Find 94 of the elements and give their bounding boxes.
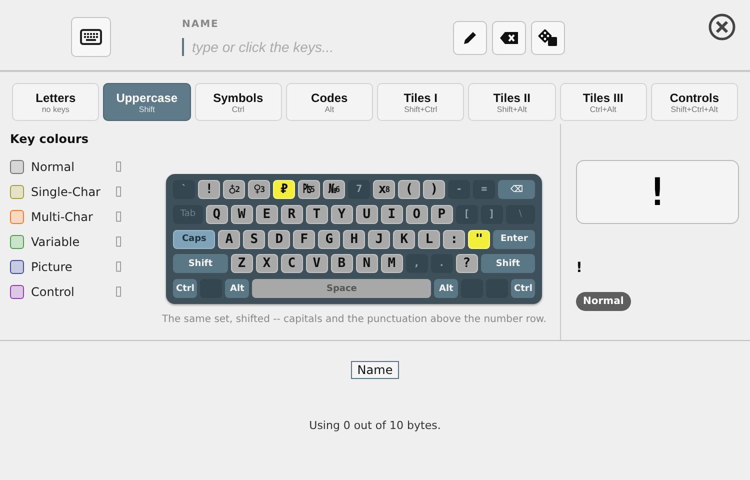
key[interactable]: ] xyxy=(480,204,503,224)
name-label: NAME xyxy=(182,18,220,30)
key[interactable]: Z xyxy=(230,254,253,274)
key[interactable]: N xyxy=(356,254,378,274)
key[interactable]: ⌫ xyxy=(498,180,536,199)
tab[interactable]: Letters no keys xyxy=(12,83,100,121)
key[interactable]: R xyxy=(280,204,303,224)
keyboard-icon xyxy=(80,29,102,45)
key[interactable]: Enter xyxy=(493,230,536,248)
sample-glyph: ▯ xyxy=(115,159,122,174)
key[interactable]: Shift xyxy=(173,254,228,274)
key[interactable]: ) xyxy=(423,180,446,199)
tab[interactable]: Controls Shift+Ctrl+Alt xyxy=(650,83,738,121)
legend-label: Variable xyxy=(31,234,81,248)
key[interactable]: ♁$^{2}$ xyxy=(223,180,246,199)
key[interactable]: - xyxy=(448,180,470,199)
key[interactable]: T xyxy=(306,204,328,224)
key[interactable]: P xyxy=(430,204,453,224)
key[interactable]: W xyxy=(230,204,253,224)
key[interactable]: L xyxy=(418,230,440,248)
backspace-icon xyxy=(499,31,519,45)
sample-glyph: ▯ xyxy=(115,184,122,199)
key[interactable]: Y xyxy=(330,204,353,224)
edit-button[interactable] xyxy=(453,21,487,55)
category-badge: Normal xyxy=(576,292,631,311)
key[interactable]: B xyxy=(330,254,353,274)
legend-label: Picture xyxy=(31,260,74,274)
dice-button[interactable] xyxy=(531,21,565,55)
legend-title: Key colours xyxy=(10,132,90,146)
legend-label: Multi-Char xyxy=(31,210,94,224)
key[interactable]: I xyxy=(380,204,403,224)
name-tag: Name xyxy=(351,361,399,379)
keyboard-button[interactable] xyxy=(71,17,111,57)
key[interactable]: Alt xyxy=(434,279,458,298)
sample-glyph: ▯ xyxy=(115,234,122,249)
key[interactable]: = xyxy=(473,180,496,199)
close-icon xyxy=(708,13,736,41)
key[interactable]: M xyxy=(380,254,403,274)
key[interactable]: . xyxy=(430,254,453,274)
key[interactable]: Alt xyxy=(225,279,250,298)
key[interactable]: Ctrl xyxy=(173,279,198,298)
key[interactable]: ♀$^{3}$ xyxy=(248,180,270,199)
glyph-preview: ! xyxy=(576,160,739,224)
key[interactable]: №$^{6}$ xyxy=(323,180,346,199)
tab[interactable]: Symbols Ctrl xyxy=(194,83,282,121)
key[interactable]: ₧$^{5}$ xyxy=(298,180,320,199)
legend-label: Single-Char xyxy=(31,184,102,198)
sample-glyph: ▯ xyxy=(115,259,122,274)
key[interactable]: 7 xyxy=(348,180,370,199)
key[interactable]: Ctrl xyxy=(511,279,536,298)
key[interactable]: ` xyxy=(173,180,196,199)
key[interactable]: " xyxy=(468,230,490,248)
key[interactable]: J xyxy=(368,230,390,248)
sample-glyph: ▯ xyxy=(115,284,122,299)
name-field[interactable]: type or click the keys... xyxy=(182,38,452,56)
key[interactable]: , xyxy=(406,254,428,274)
key[interactable]: D xyxy=(268,230,290,248)
key[interactable]: Q xyxy=(206,204,228,224)
key[interactable]: X xyxy=(256,254,278,274)
legend-label: Control xyxy=(31,284,76,298)
key[interactable]: E xyxy=(256,204,278,224)
key[interactable]: Shift xyxy=(480,254,536,274)
key[interactable]: S xyxy=(243,230,266,248)
key[interactable]: C xyxy=(280,254,303,274)
key[interactable]: x$^{8}$ xyxy=(373,180,396,199)
key[interactable]: O xyxy=(406,204,428,224)
caption: The same set, shifted -- capitals and the punctuation above the number row. xyxy=(162,314,546,325)
key[interactable]: U xyxy=(356,204,378,224)
sample-glyph: ▯ xyxy=(115,209,122,224)
key[interactable]: F xyxy=(293,230,316,248)
tab[interactable]: Tiles I Shift+Ctrl xyxy=(377,83,464,121)
character-label: ! xyxy=(576,260,582,276)
tab[interactable]: Uppercase Shift xyxy=(103,83,190,121)
key[interactable]: ! xyxy=(198,180,220,199)
tab[interactable]: Codes Alt xyxy=(286,83,373,121)
key[interactable]: V xyxy=(306,254,328,274)
key[interactable]: K xyxy=(393,230,416,248)
backspace-button[interactable] xyxy=(492,21,526,55)
key[interactable]: [ xyxy=(456,204,478,224)
key[interactable]: G xyxy=(318,230,340,248)
key[interactable]: ₽ xyxy=(273,180,296,199)
close-button[interactable] xyxy=(708,13,736,41)
key[interactable]: Caps xyxy=(173,230,216,248)
dice-icon xyxy=(538,29,558,47)
legend-label: Normal xyxy=(31,160,76,174)
key[interactable]: A xyxy=(218,230,240,248)
key[interactable]: ( xyxy=(398,180,420,199)
key[interactable]: H xyxy=(343,230,366,248)
tab[interactable]: Tiles II Shift+Alt xyxy=(468,83,556,121)
usage-text: Using 0 out of 10 bytes. xyxy=(309,419,441,432)
tab[interactable]: Tiles III Ctrl+Alt xyxy=(560,83,647,121)
pencil-icon xyxy=(462,30,478,46)
key[interactable]: : xyxy=(443,230,466,248)
key[interactable]: ? xyxy=(456,254,478,274)
